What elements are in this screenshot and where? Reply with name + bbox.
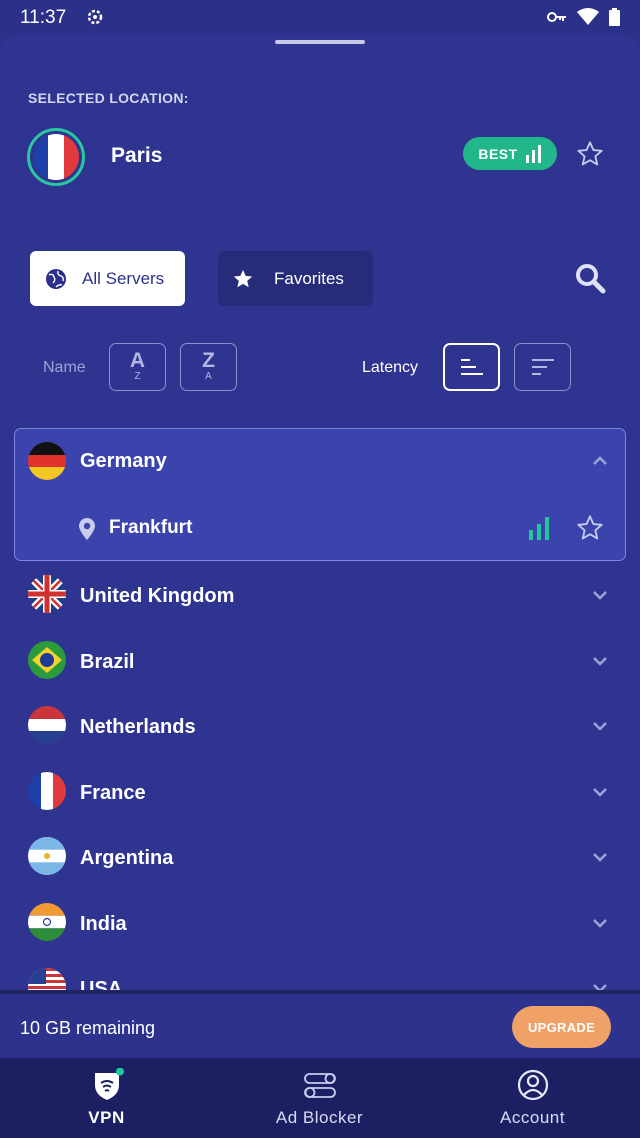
city-name: Frankfurt — [109, 517, 193, 538]
location-sheet: SELECTED LOCATION: Paris BEST All Server… — [0, 34, 640, 1058]
selected-city: Paris — [111, 144, 163, 167]
chevron-down-icon[interactable] — [590, 782, 610, 802]
country-item-argentina[interactable]: Argentina — [0, 826, 640, 886]
country-item-netherlands[interactable]: Netherlands — [0, 695, 640, 755]
country-name: Argentina — [80, 847, 174, 869]
battery-icon — [609, 8, 620, 26]
favorite-star-icon[interactable] — [576, 140, 604, 168]
search-icon[interactable] — [574, 262, 606, 294]
country-item-india[interactable]: India — [0, 892, 640, 952]
sort-latency-label: Latency — [362, 359, 419, 376]
sort-a-z-small: Z — [134, 371, 141, 382]
sort-z-a-small: A — [205, 371, 212, 382]
favorite-star-icon[interactable] — [576, 514, 604, 542]
country-name: United Kingdom — [80, 585, 235, 607]
country-item-united-kingdom[interactable]: United Kingdom — [0, 564, 640, 624]
sort-latency-desc-button[interactable] — [514, 343, 571, 391]
country-name: Brazil — [80, 651, 135, 673]
selected-flag-france — [27, 128, 85, 186]
flag-india — [28, 903, 66, 941]
sort-latency-asc-button[interactable] — [443, 343, 500, 391]
signal-bars-icon — [529, 517, 549, 540]
chevron-down-icon[interactable] — [590, 585, 610, 605]
sort-ascending-icon — [460, 359, 483, 375]
sort-a-z-button[interactable]: A Z — [109, 343, 166, 391]
wifi-icon — [577, 8, 599, 25]
sort-z-a-big: Z — [202, 349, 215, 372]
signal-bars-icon — [525, 144, 541, 163]
tab-all-servers[interactable]: All Servers — [30, 251, 185, 306]
country-name: Germany — [80, 450, 167, 472]
drag-handle[interactable] — [275, 40, 365, 44]
selected-location-label: SELECTED LOCATION: — [28, 90, 189, 106]
nav-ad-blocker[interactable]: Ad Blocker — [213, 1058, 426, 1138]
account-icon — [517, 1069, 548, 1101]
flag-argentina — [28, 837, 66, 875]
tab-favorites[interactable]: Favorites — [218, 251, 373, 306]
flag-netherlands — [28, 706, 66, 744]
sort-z-a-button[interactable]: Z A — [180, 343, 237, 391]
upgrade-button[interactable]: UPGRADE — [512, 1006, 611, 1048]
toggles-icon — [303, 1073, 336, 1098]
location-pin-icon — [79, 518, 95, 540]
country-name: India — [80, 913, 127, 935]
nav-ad-blocker-label: Ad Blocker — [275, 1108, 364, 1127]
nav-vpn[interactable]: VPN — [0, 1058, 213, 1138]
country-item-brazil[interactable]: Brazil — [0, 630, 640, 690]
status-bar: 11:37 — [0, 0, 640, 34]
flag-germany — [28, 442, 66, 480]
sort-a-z-big: A — [129, 349, 146, 372]
flag-france — [28, 772, 66, 810]
star-icon — [233, 269, 253, 287]
data-remaining: 10 GB remaining — [20, 1018, 156, 1038]
tab-favorites-label: Favorites — [274, 268, 344, 288]
chevron-up-icon[interactable] — [590, 451, 610, 471]
sort-descending-icon — [531, 359, 554, 375]
vpn-key-icon — [547, 12, 566, 22]
chevron-down-icon[interactable] — [590, 716, 610, 736]
best-badge: BEST — [463, 137, 557, 170]
country-name: Netherlands — [80, 716, 196, 738]
sort-name-label: Name — [43, 359, 86, 376]
plan-bar: 10 GB remaining UPGRADE — [0, 990, 640, 1058]
country-item-germany[interactable]: Germany — [0, 431, 640, 491]
nav-account-label: Account — [500, 1108, 565, 1127]
bottom-navigation: VPN Ad Blocker Account — [0, 1058, 640, 1138]
shield-icon — [94, 1068, 124, 1100]
tab-all-servers-label: All Servers — [82, 268, 165, 288]
country-item-france[interactable]: France — [0, 761, 640, 821]
chevron-down-icon[interactable] — [590, 651, 610, 671]
country-name: France — [80, 782, 146, 804]
city-item-frankfurt[interactable]: Frankfurt — [14, 504, 626, 554]
settings-notification-icon — [87, 9, 103, 25]
best-badge-label: BEST — [478, 145, 518, 162]
nav-account[interactable]: Account — [426, 1058, 639, 1138]
flag-brazil — [28, 641, 66, 679]
chevron-down-icon[interactable] — [590, 913, 610, 933]
globe-icon — [46, 268, 66, 289]
nav-vpn-label: VPN — [88, 1108, 125, 1127]
status-time: 11:37 — [20, 7, 67, 28]
flag-united-kingdom — [28, 575, 66, 613]
chevron-down-icon[interactable] — [590, 847, 610, 867]
